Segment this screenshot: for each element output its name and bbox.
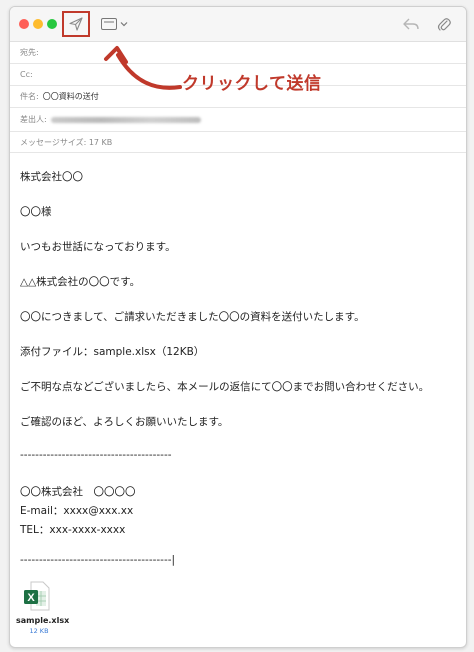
format-menu-button[interactable] [101, 16, 131, 32]
to-field[interactable]: 宛先: [10, 42, 466, 64]
excel-letter: X [27, 592, 35, 604]
reply-icon [403, 18, 419, 30]
compose-format-icon [101, 18, 117, 30]
minimize-window-button[interactable] [33, 19, 43, 29]
body-line: 株式会社〇〇 [20, 171, 83, 183]
attachment-size: 12 KB [29, 627, 49, 635]
annotation-label: クリックして送信 [182, 74, 322, 94]
send-button[interactable] [62, 11, 90, 37]
zoom-window-button[interactable] [47, 19, 57, 29]
message-size-row: メッセージサイズ: 17 KB [10, 132, 466, 153]
subject-value: 〇〇資料の送付 [42, 92, 99, 101]
reply-button[interactable] [402, 16, 420, 32]
toolbar [10, 7, 466, 42]
message-size: メッセージサイズ: 17 KB [20, 138, 113, 147]
cc-label: Cc: [20, 70, 33, 79]
annotation-arrow [104, 46, 182, 90]
attach-button[interactable] [437, 15, 451, 33]
from-field[interactable]: 差出人: [10, 108, 466, 132]
chevron-down-icon [120, 22, 128, 27]
signature-line: TEL：xxx-xxxx-xxxx [20, 524, 126, 536]
body-line: ご確認のほど、よろしくお願いいたします。 [20, 416, 229, 428]
body-line: 添付ファイル：sample.xlsx（12KB） [20, 346, 205, 358]
body-line: いつもお世話になっております。 [20, 241, 176, 253]
attachment-filename[interactable]: sample.xlsx [16, 616, 69, 625]
from-address-redacted [50, 116, 201, 123]
subject-label: 件名: [20, 92, 39, 101]
separator-line: ---------------------------------------- [20, 449, 172, 461]
to-label: 宛先: [20, 48, 39, 57]
signature-line: E-mail：xxxx@xxx.xx [20, 505, 134, 517]
paperclip-icon [437, 18, 451, 31]
body-line: 〇〇につきまして、ご請求いただきました〇〇の資料を送付いたします。 [20, 311, 365, 323]
from-label: 差出人: [20, 115, 47, 124]
separator-line: ----------------------------------------… [20, 554, 176, 566]
close-window-button[interactable] [19, 19, 29, 29]
body-line: △△株式会社の〇〇です。 [20, 276, 141, 288]
body-line: ご不明な点などございましたら、本メールの返信にて〇〇までお問い合わせください。 [20, 381, 430, 393]
signature-line: 〇〇株式会社 〇〇〇〇 [20, 486, 136, 498]
body-line: 〇〇様 [20, 206, 52, 218]
attachment-item[interactable]: X [24, 581, 50, 611]
send-icon [69, 17, 83, 31]
excel-file-icon: X [24, 581, 50, 611]
mail-compose-window: 宛先: Cc: 件名: 〇〇資料の送付 差出人: メッセージサイズ: 17 KB … [9, 6, 467, 648]
